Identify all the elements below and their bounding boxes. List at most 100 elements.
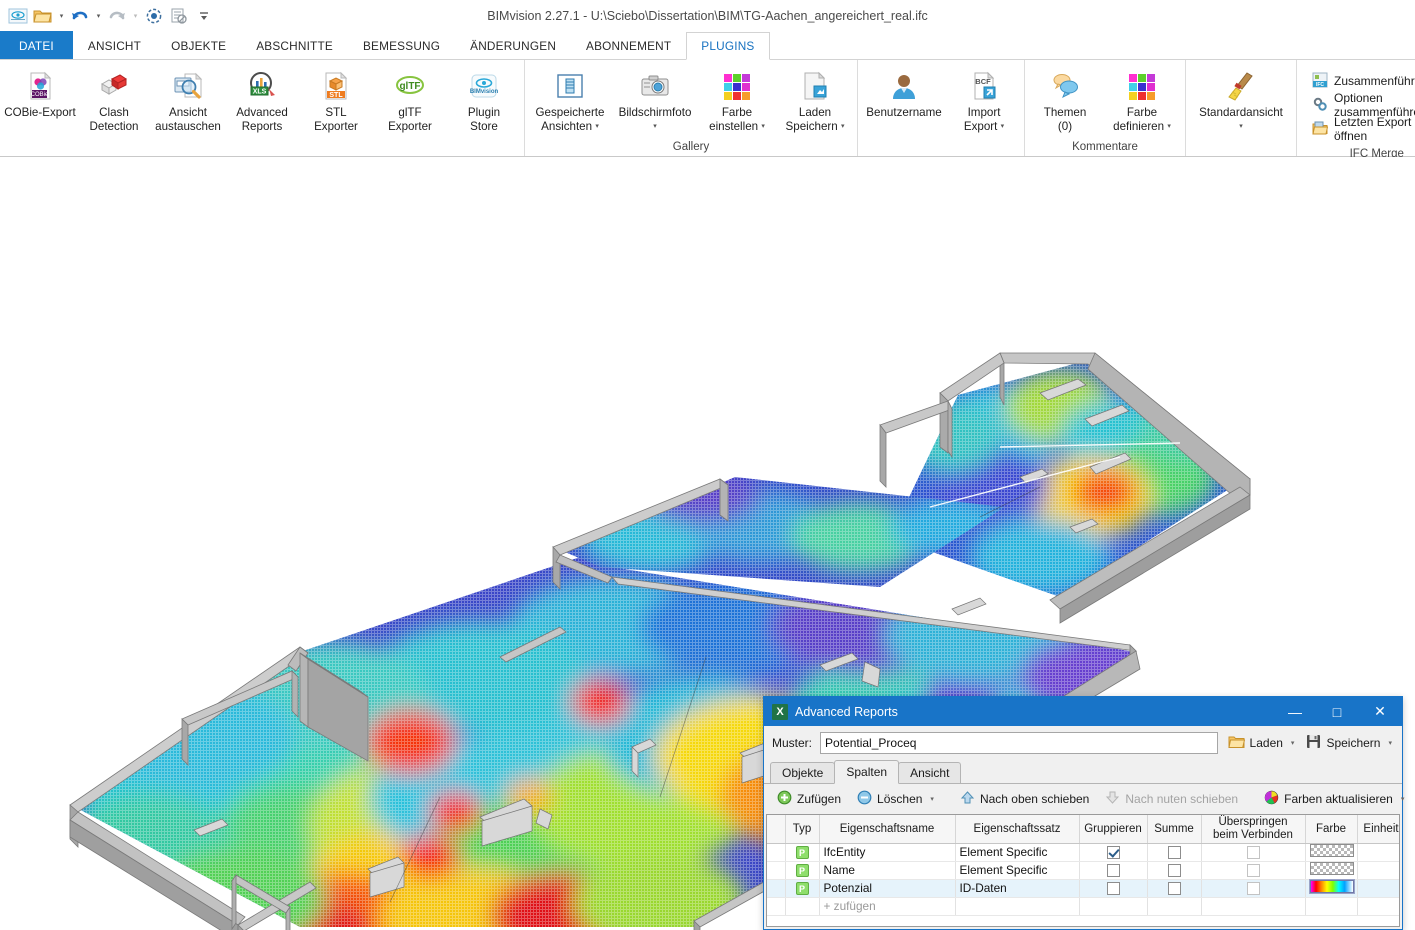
open-folder-icon[interactable] bbox=[31, 4, 55, 28]
gruppieren-cell[interactable] bbox=[1079, 897, 1148, 916]
ribbon-button-benutzername[interactable]: Benutzername bbox=[861, 64, 947, 120]
summe-checkbox[interactable] bbox=[1167, 882, 1181, 896]
ueberspringen-cell[interactable] bbox=[1201, 879, 1306, 898]
close-button[interactable]: ✕ bbox=[1358, 697, 1402, 726]
ribbon-button-bildschirmfoto[interactable]: Bildschirmfoto ▾ bbox=[612, 64, 698, 133]
summe-cell[interactable] bbox=[1147, 897, 1202, 916]
zufuegen-button[interactable]: Zufügen bbox=[770, 788, 848, 810]
ribbon-button-standardansicht[interactable]: Standardansicht ▾ bbox=[1189, 64, 1293, 133]
ribbon-button-farbe-definieren[interactable]: Farbe definieren ▾ bbox=[1102, 64, 1182, 133]
ifc-merge-optionen-button[interactable]: Optionen zusammenführen bbox=[1308, 91, 1415, 119]
ribbon-button-laden-speichern[interactable]: Laden Speichern ▾ bbox=[776, 64, 854, 133]
ribbon-tab-änderungen[interactable]: ÄNDERUNGEN bbox=[455, 31, 571, 59]
table-row[interactable]: P IfcEntity Element Specific bbox=[767, 843, 1399, 862]
eigenschaftssatz-cell[interactable]: Element Specific bbox=[955, 861, 1080, 880]
table-header-cell[interactable]: Gruppieren bbox=[1079, 815, 1148, 844]
ueberspringen-checkbox[interactable] bbox=[1246, 846, 1260, 860]
ueberspringen-cell[interactable] bbox=[1201, 843, 1306, 862]
einheit-cell[interactable] bbox=[1357, 879, 1399, 898]
summe-cell[interactable] bbox=[1147, 843, 1202, 862]
chevron-down-icon[interactable]: ▾ bbox=[1291, 739, 1295, 747]
gruppieren-cell[interactable] bbox=[1079, 879, 1148, 898]
gruppieren-checkbox[interactable] bbox=[1106, 846, 1120, 860]
columns-table-wrapper[interactable]: Typ Eigenschaftsname Eigenschaftssatz Grupp… bbox=[766, 814, 1400, 927]
einheit-cell[interactable] bbox=[1357, 843, 1399, 862]
summe-cell[interactable] bbox=[1147, 861, 1202, 880]
maximize-button[interactable]: □ bbox=[1316, 697, 1358, 726]
loeschen-button[interactable]: Löschen ▾ bbox=[850, 788, 941, 810]
ribbon-button-ansicht-austauschen[interactable]: Ansicht austauschen bbox=[151, 64, 225, 133]
ribbon-tab-datei[interactable]: DATEI bbox=[0, 31, 73, 59]
summe-cell[interactable] bbox=[1147, 879, 1202, 898]
table-header-cell[interactable]: Überspringen beim Verbinden bbox=[1201, 815, 1306, 844]
table-header-cell[interactable]: Eigenschaftsname bbox=[819, 815, 956, 844]
ribbon-tab-abonnement[interactable]: ABONNEMENT bbox=[571, 31, 686, 59]
chevron-down-icon[interactable]: ▾ bbox=[653, 123, 657, 130]
gruppieren-cell[interactable] bbox=[1079, 861, 1148, 880]
ifc-merge-letzten-export-oeffnen-button[interactable]: Letzten Export öffnen bbox=[1308, 115, 1415, 143]
ribbon-button-gespeicherte-ansichten[interactable]: Gespeicherte Ansichten ▾ bbox=[528, 64, 612, 133]
ribbon-button-clash-detection[interactable]: Clash Detection bbox=[77, 64, 151, 133]
ribbon-button-stl-exporter[interactable]: STL STL Exporter bbox=[299, 64, 373, 133]
ribbon-button-gltf-exporter[interactable]: glTF glTF Exporter bbox=[373, 64, 447, 133]
table-header-cell[interactable]: Eigenschaftssatz bbox=[955, 815, 1080, 844]
eigenschaftssatz-cell[interactable]: Element Specific bbox=[955, 843, 1080, 862]
farben-aktualisieren-button[interactable]: Farben aktualisieren ▾ bbox=[1257, 788, 1411, 810]
dialog-tab-ansicht[interactable]: Ansicht bbox=[898, 762, 962, 783]
chevron-down-icon[interactable]: ▾ bbox=[1401, 795, 1405, 803]
chevron-down-icon[interactable]: ▾ bbox=[841, 123, 845, 130]
eigenschaftsname-cell[interactable]: IfcEntity bbox=[819, 843, 956, 862]
table-header-cell[interactable] bbox=[767, 815, 786, 844]
color-swatch-gradient[interactable] bbox=[1308, 879, 1355, 894]
table-header-cell[interactable]: Farbe bbox=[1305, 815, 1358, 844]
muster-input[interactable] bbox=[820, 732, 1218, 754]
ueberspringen-checkbox[interactable] bbox=[1246, 864, 1260, 878]
ueberspringen-cell[interactable] bbox=[1201, 897, 1306, 916]
chevron-down-icon[interactable]: ▾ bbox=[595, 123, 599, 130]
table-row[interactable]: P Potenzial ID-Daten bbox=[767, 879, 1399, 898]
open-dropdown-caret-icon[interactable]: ▾ bbox=[56, 5, 67, 27]
chevron-down-icon[interactable]: ▾ bbox=[930, 795, 934, 803]
table-header-cell[interactable]: Summe bbox=[1147, 815, 1202, 844]
target-icon[interactable] bbox=[142, 4, 166, 28]
laden-button[interactable]: Laden ▾ bbox=[1226, 732, 1297, 754]
ribbon-tab-ansicht[interactable]: ANSICHT bbox=[73, 31, 156, 59]
eigenschaftsname-cell[interactable]: + zufügen bbox=[819, 897, 956, 916]
table-row[interactable]: P Name Element Specific bbox=[767, 861, 1399, 880]
farbe-cell[interactable] bbox=[1305, 843, 1358, 862]
ifc-merge-zusammenfuehren-button[interactable]: IFC Zusammenführen ▾ bbox=[1308, 70, 1415, 92]
dialog-tab-spalten[interactable]: Spalten bbox=[834, 760, 900, 784]
nach-oben-schieben-button[interactable]: Nach oben schieben bbox=[953, 788, 1096, 810]
gruppieren-cell[interactable] bbox=[1079, 843, 1148, 862]
ribbon-tab-abschnitte[interactable]: ABSCHNITTE bbox=[241, 31, 348, 59]
ueberspringen-checkbox[interactable] bbox=[1246, 882, 1260, 896]
farbe-cell[interactable] bbox=[1305, 861, 1358, 880]
ribbon-button-themen[interactable]: Themen (0) bbox=[1028, 64, 1102, 133]
eigenschaftssatz-cell[interactable]: ID-Daten bbox=[955, 879, 1080, 898]
dialog-tab-objekte[interactable]: Objekte bbox=[770, 762, 836, 783]
dialog-title-bar[interactable]: X Advanced Reports — □ ✕ bbox=[764, 697, 1402, 726]
speichern-button[interactable]: Speichern ▾ bbox=[1304, 732, 1394, 754]
ueberspringen-cell[interactable] bbox=[1201, 861, 1306, 880]
chevron-down-icon[interactable]: ▾ bbox=[1239, 123, 1243, 130]
ribbon-button-bcf-import-export[interactable]: BCF Import Export ▾ bbox=[947, 64, 1021, 133]
summe-checkbox[interactable] bbox=[1167, 864, 1181, 878]
undo-dropdown-caret-icon[interactable]: ▾ bbox=[93, 5, 104, 27]
color-swatch-empty[interactable] bbox=[1309, 844, 1354, 857]
chevron-down-icon[interactable]: ▾ bbox=[1388, 739, 1392, 747]
eigenschaftssatz-cell[interactable] bbox=[955, 897, 1080, 916]
chevron-down-icon[interactable]: ▾ bbox=[1001, 123, 1005, 130]
eigenschaftsname-cell[interactable]: Potenzial bbox=[819, 879, 956, 898]
ribbon-button-advanced-reports[interactable]: XLS Advanced Reports bbox=[225, 64, 299, 133]
farbe-cell[interactable] bbox=[1305, 879, 1358, 898]
einheit-cell[interactable] bbox=[1357, 861, 1399, 880]
chevron-down-icon[interactable]: ▾ bbox=[1167, 123, 1171, 130]
chevron-down-icon[interactable]: ▾ bbox=[761, 123, 765, 130]
farbe-cell[interactable] bbox=[1305, 897, 1358, 916]
summe-checkbox[interactable] bbox=[1167, 846, 1181, 860]
ribbon-tab-plugins[interactable]: PLUGINS bbox=[686, 32, 770, 60]
minimize-button[interactable]: — bbox=[1274, 697, 1316, 726]
ribbon-tab-objekte[interactable]: OBJEKTE bbox=[156, 31, 241, 59]
table-header-cell[interactable]: Einheit bbox=[1357, 815, 1399, 844]
table-header-cell[interactable]: Typ bbox=[785, 815, 820, 844]
